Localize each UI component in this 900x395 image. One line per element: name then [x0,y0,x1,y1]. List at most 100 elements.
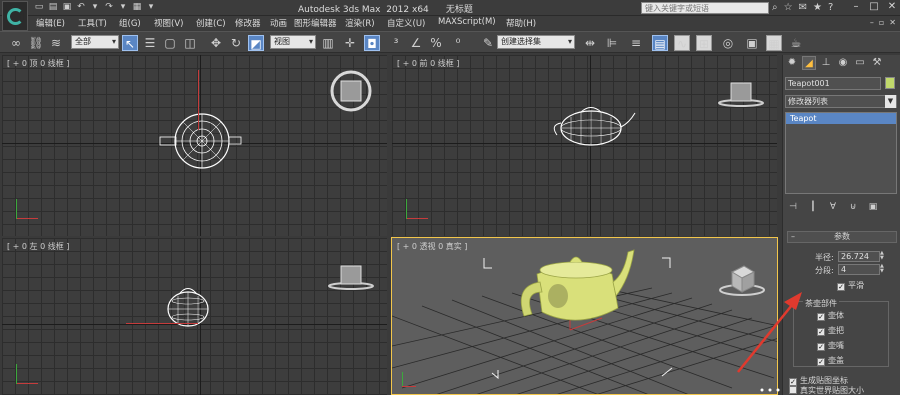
move-transform-icon[interactable]: ✛ [342,35,358,51]
undo-dropdown-icon[interactable]: ▾ [90,2,100,12]
rectangular-selection-icon[interactable]: ▢ [162,35,178,51]
close-icon[interactable]: ✕ [886,1,898,12]
body-checkbox[interactable]: ✓ 壶体 [817,310,844,321]
reference-coordinate-dropdown[interactable]: 视图 [270,35,316,49]
viewport-left[interactable]: [ + 0 左 0 线框 ] [2,238,387,395]
menu-group[interactable]: 组(G) [119,17,141,29]
customize-dropdown-icon[interactable]: ▾ [146,2,156,12]
angle-snap-icon[interactable]: ∠ [408,35,424,51]
object-name-field[interactable] [785,77,881,90]
bind-to-space-warp-icon[interactable]: ≋ [48,35,64,51]
curve-editor-icon[interactable]: ∿ [674,35,690,51]
lid-checkbox[interactable]: ✓ 壶盖 [817,355,844,366]
mirror-icon[interactable]: ⇹ [582,35,598,51]
select-and-move-icon[interactable]: ✥ [208,35,224,51]
doc-minimize-icon[interactable]: – [870,18,874,27]
save-file-icon[interactable]: ▣ [62,2,72,12]
utilities-tab-icon[interactable]: ⚒ [870,56,884,70]
modifier-stack[interactable]: Teapot [785,112,897,194]
search-input[interactable] [642,3,768,13]
spinner-arrows-icon[interactable]: ▲ ▼ [880,251,886,261]
handle-checkbox[interactable]: ✓ 壶把 [817,325,844,336]
remove-modifier-icon[interactable]: ⊍ [847,201,859,213]
selection-filter-dropdown[interactable]: 全部 [71,35,119,49]
make-unique-icon[interactable]: ∀ [827,201,839,213]
segments-spinner[interactable]: 4 ▲ ▼ [838,264,884,275]
pivot-center-icon[interactable]: ▥ [320,35,336,51]
stack-item-teapot[interactable]: Teapot [786,113,896,124]
edit-named-selection-icon[interactable]: ✎ [480,35,496,51]
open-file-icon[interactable]: ▤ [48,2,58,12]
redo-icon[interactable]: ↷ [104,2,114,12]
named-selection-sets-dropdown[interactable]: 创建选择集 [497,35,575,49]
material-editor-icon[interactable]: ◎ [720,35,736,51]
viewcube-top[interactable] [327,69,375,113]
spout-checkbox[interactable]: ✓ 壶嘴 [817,340,844,351]
teapot-front-wireframe[interactable] [545,103,637,148]
doc-close-icon[interactable]: ✕ [889,18,896,27]
doc-restore-icon[interactable]: ▫ [879,18,884,27]
window-crossing-icon[interactable]: ◫ [182,35,198,51]
snaps-toggle-icon[interactable]: ³ [388,35,404,51]
menu-edit[interactable]: 编辑(E) [36,17,65,29]
select-and-link-icon[interactable]: ∞ [8,35,24,51]
real-world-map-size-checkbox[interactable]: 真实世界贴图大小 [789,385,864,395]
app-menu-button[interactable] [2,1,28,31]
viewport-top[interactable]: [ + 0 顶 0 线框 ] [2,55,387,236]
minimize-icon[interactable]: – [850,1,862,12]
object-name-input[interactable] [786,78,880,89]
menu-views[interactable]: 视图(V) [154,17,183,29]
percent-snap-icon[interactable]: % [428,35,444,51]
render-setup-icon[interactable]: ▣ [744,35,760,51]
menu-maxscript[interactable]: MAXScript(M) [438,17,496,27]
menu-create[interactable]: 创建(C) [196,17,226,29]
viewport-front-label[interactable]: [ + 0 前 0 线框 ] [397,58,459,69]
viewcube-left[interactable] [327,262,375,292]
parameters-rollout-header[interactable]: – 参数 [787,231,897,243]
subscription-icon[interactable]: ☆ [784,2,793,14]
menu-rendering[interactable]: 渲染(R) [345,17,375,29]
radius-spinner[interactable]: 26.724 ▲ ▼ [838,251,884,262]
help-icon[interactable]: ? [828,2,833,14]
spinner-arrows-icon[interactable]: ▲ ▼ [880,264,886,274]
object-color-swatch[interactable] [885,77,895,89]
select-and-scale-icon[interactable]: ◩ [248,35,264,51]
modify-tab-icon[interactable]: ◢ [802,56,816,70]
undo-icon[interactable]: ↶ [76,2,86,12]
menu-modifiers[interactable]: 修改器 [235,17,261,29]
menu-tools[interactable]: 工具(T) [78,17,107,29]
modifier-list-dropdown[interactable]: 修改器列表 ▼ [785,95,897,108]
viewport-perspective[interactable]: [ + 0 透视 0 真实 ] [391,237,778,395]
unlink-selection-icon[interactable]: ⛓ [28,35,44,51]
smooth-checkbox[interactable]: ✓ 平滑 [837,280,864,291]
select-and-rotate-icon[interactable]: ↻ [228,35,244,51]
hierarchy-tab-icon[interactable]: ⊥ [819,56,833,70]
favorites-icon[interactable]: ★ [813,2,822,14]
search-field[interactable] [641,2,769,14]
binoculars-icon[interactable]: ⌕ [772,2,778,14]
graphite-ribbon-icon[interactable]: ▤ [652,35,668,51]
menu-help[interactable]: 帮助(H) [506,17,536,29]
viewport-left-label[interactable]: [ + 0 左 0 线框 ] [7,241,69,252]
viewcube-front[interactable] [717,79,765,109]
viewcube-perspective[interactable] [717,262,767,298]
menu-customize[interactable]: 自定义(U) [387,17,425,29]
schematic-view-icon[interactable]: ⊞ [696,35,712,51]
redo-dropdown-icon[interactable]: ▾ [118,2,128,12]
menu-graph-editors[interactable]: 图形编辑器 [294,17,337,29]
render-production-icon[interactable]: ☕ [788,35,804,51]
motion-tab-icon[interactable]: ◉ [836,56,850,70]
create-tab-icon[interactable]: ✹ [785,56,799,70]
display-tab-icon[interactable]: ▭ [853,56,867,70]
project-folder-icon[interactable]: ▦ [132,2,142,12]
communication-icon[interactable]: ✉ [799,2,807,14]
rendered-frame-window-icon[interactable]: ▦ [766,35,782,51]
maximize-icon[interactable]: □ [868,1,880,12]
viewport-top-label[interactable]: [ + 0 顶 0 线框 ] [7,58,69,69]
select-object-icon[interactable]: ↖ [122,35,138,51]
viewport-front[interactable]: [ + 0 前 0 线框 ] [392,55,777,236]
new-file-icon[interactable]: ▭ [34,2,44,12]
pin-stack-icon[interactable]: ⊣ [787,201,799,213]
menu-animation[interactable]: 动画 [270,17,287,29]
configure-sets-icon[interactable]: ▣ [867,201,879,213]
